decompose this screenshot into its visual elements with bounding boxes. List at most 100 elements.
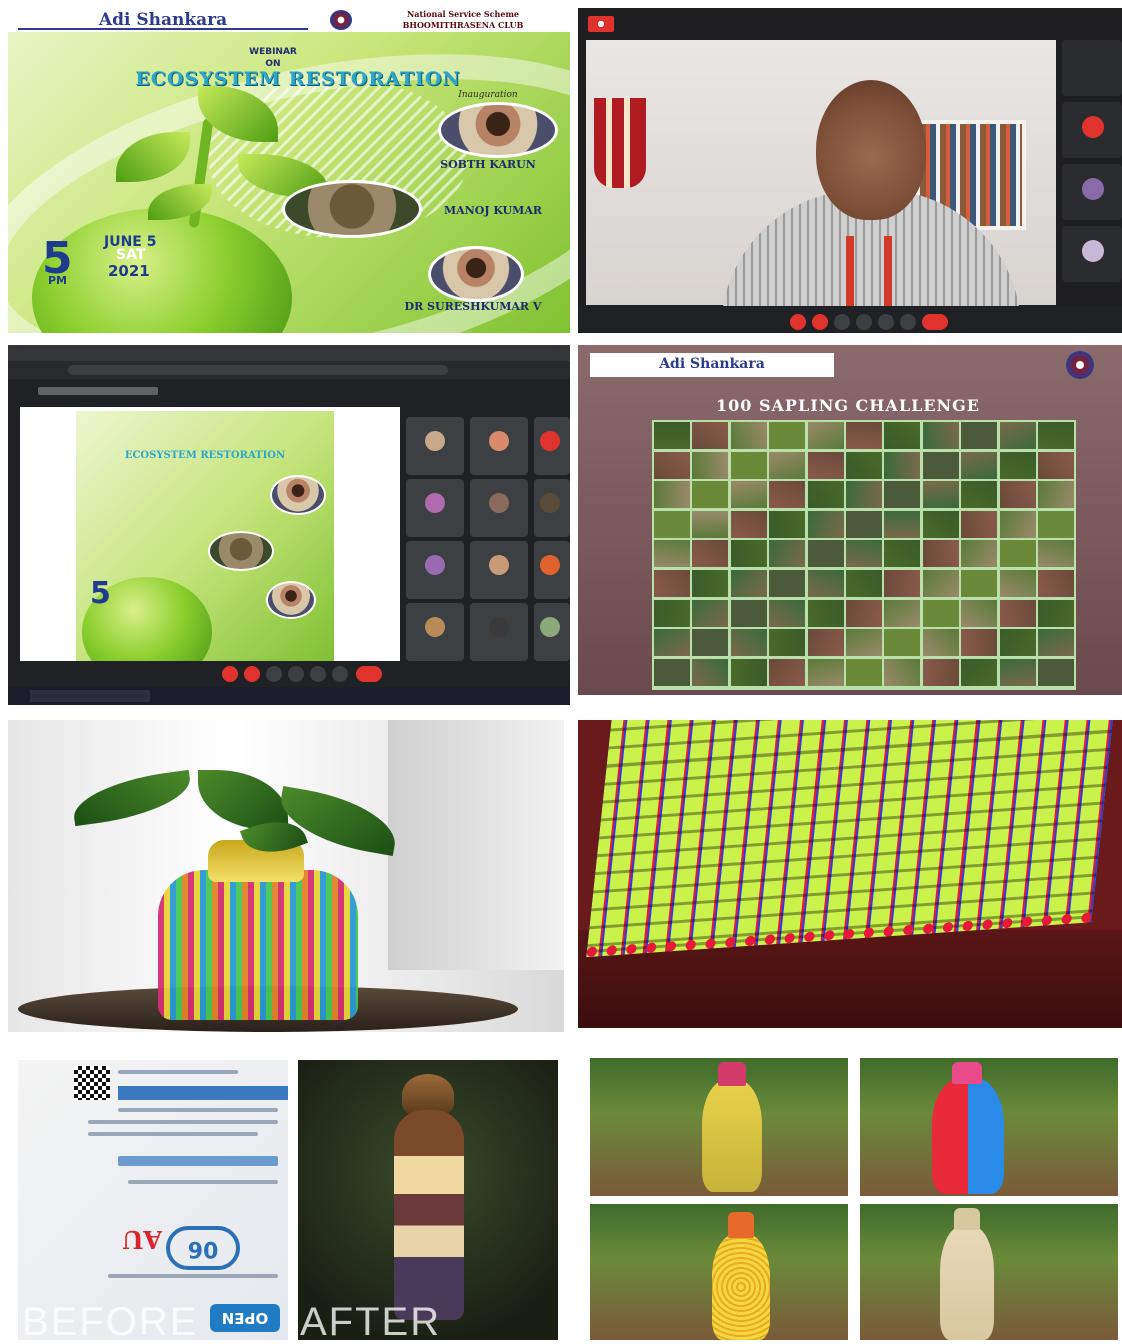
- speaker-photo: [428, 246, 524, 302]
- speaker-photo: [208, 531, 274, 571]
- webinar-title: ECOSYSTEM RESTORATION: [135, 68, 461, 90]
- sapling-photo: [922, 422, 959, 449]
- sapling-photo: [961, 599, 998, 627]
- sapling-photo: [807, 422, 844, 449]
- sapling-photo: [1038, 570, 1074, 597]
- speaker-video: [586, 40, 1056, 333]
- avatar: [489, 493, 509, 513]
- participant-tile[interactable]: [406, 417, 464, 475]
- sapling-photo: [807, 629, 844, 657]
- sapling-photo: [922, 481, 959, 509]
- url-field[interactable]: [68, 365, 448, 375]
- sapling-photo: [769, 629, 806, 657]
- participant-tile[interactable]: [406, 541, 464, 599]
- sapling-photo: [1038, 540, 1074, 568]
- avatar: [1082, 178, 1104, 200]
- sapling-photo: [846, 481, 882, 509]
- avatar: [425, 555, 445, 575]
- avatar: [425, 617, 445, 637]
- more-options-icon[interactable]: [332, 666, 348, 682]
- avatar: [489, 555, 509, 575]
- sapling-photo: [922, 540, 959, 568]
- taskbar-search[interactable]: [30, 690, 150, 702]
- window-background: [388, 720, 564, 970]
- nss-heading: National Service Scheme BHOOMITHRASENA C…: [402, 9, 524, 30]
- camera-off-icon[interactable]: [812, 314, 828, 330]
- newspaper-banner: [118, 1086, 288, 1100]
- sapling-photo: [846, 510, 882, 538]
- sapling-photo: [730, 451, 767, 479]
- text-line: [118, 1108, 278, 1112]
- speaker-photo: [282, 180, 422, 238]
- sapling-photo: [730, 540, 767, 568]
- participant-tile[interactable]: [406, 479, 464, 537]
- sapling-photo: [922, 658, 959, 686]
- mic-off-icon[interactable]: [222, 666, 238, 682]
- sapling-photo: [807, 481, 844, 509]
- participant-strip: [1062, 40, 1122, 305]
- participant-tile[interactable]: [470, 417, 528, 475]
- sapling-photo: [730, 629, 767, 657]
- sapling-photo: [999, 658, 1036, 686]
- sapling-photo-grid: [652, 420, 1076, 690]
- bottle-cap: [728, 1212, 754, 1238]
- sapling-photo: [884, 540, 921, 568]
- participant-tile[interactable]: [1062, 164, 1122, 220]
- sapling-photo: [654, 422, 690, 449]
- avatar: [1082, 116, 1104, 138]
- sapling-photo: [884, 481, 921, 509]
- sapling-photo: [654, 481, 690, 509]
- participant-tile[interactable]: [470, 479, 528, 537]
- avatar: [489, 617, 509, 637]
- sapling-photo: [769, 540, 806, 568]
- sapling-photo: [999, 422, 1036, 449]
- camera-off-icon[interactable]: [244, 666, 260, 682]
- sapling-photo: [654, 570, 690, 597]
- participant-tile[interactable]: [534, 417, 570, 475]
- present-icon[interactable]: [878, 314, 894, 330]
- sapling-photo: [884, 422, 921, 449]
- participant-tile[interactable]: [534, 541, 570, 599]
- sapling-photo: [692, 451, 729, 479]
- decorated-bottle: [158, 870, 358, 1020]
- sapling-photo: [730, 422, 767, 449]
- participant-tile[interactable]: [534, 603, 570, 661]
- sapling-photo: [692, 510, 729, 538]
- sapling-photo: [769, 451, 806, 479]
- sapling-photo: [846, 599, 882, 627]
- participant-tile[interactable]: [1062, 226, 1122, 282]
- sapling-photo: [961, 658, 998, 686]
- presenter-head: [816, 80, 926, 220]
- participant-tile[interactable]: [1062, 40, 1122, 96]
- screen-share-screenshot: ECOSYSTEM RESTORATION 5: [8, 345, 570, 705]
- institute-logo: Adi Shankara: [590, 353, 834, 377]
- sapling-photo: [654, 599, 690, 627]
- present-icon[interactable]: [310, 666, 326, 682]
- participant-tile[interactable]: [470, 541, 528, 599]
- participant-tile[interactable]: [470, 603, 528, 661]
- text-line: [118, 1156, 278, 1166]
- sapling-photo: [769, 510, 806, 538]
- more-options-icon[interactable]: [900, 314, 916, 330]
- sapling-photo: [922, 510, 959, 538]
- captions-icon[interactable]: [266, 666, 282, 682]
- sapling-photo: [1038, 629, 1074, 657]
- participant-tile[interactable]: [534, 479, 570, 537]
- raise-hand-icon[interactable]: [288, 666, 304, 682]
- mic-off-icon[interactable]: [790, 314, 806, 330]
- record-indicator-icon: ●: [588, 16, 614, 32]
- participant-tile[interactable]: [1062, 102, 1122, 158]
- sapling-photo: [654, 540, 690, 568]
- sapling-photo: [961, 570, 998, 597]
- sapling-photo: [999, 451, 1036, 479]
- sapling-photo: [961, 540, 998, 568]
- raise-hand-icon[interactable]: [856, 314, 872, 330]
- sapling-photo: [922, 570, 959, 597]
- participant-tile[interactable]: [406, 603, 464, 661]
- text-line: [128, 1180, 278, 1184]
- avatar: [1082, 240, 1104, 262]
- captions-icon[interactable]: [834, 314, 850, 330]
- sapling-photo: [807, 570, 844, 597]
- hang-up-button[interactable]: [922, 314, 948, 330]
- hang-up-button[interactable]: [356, 666, 382, 682]
